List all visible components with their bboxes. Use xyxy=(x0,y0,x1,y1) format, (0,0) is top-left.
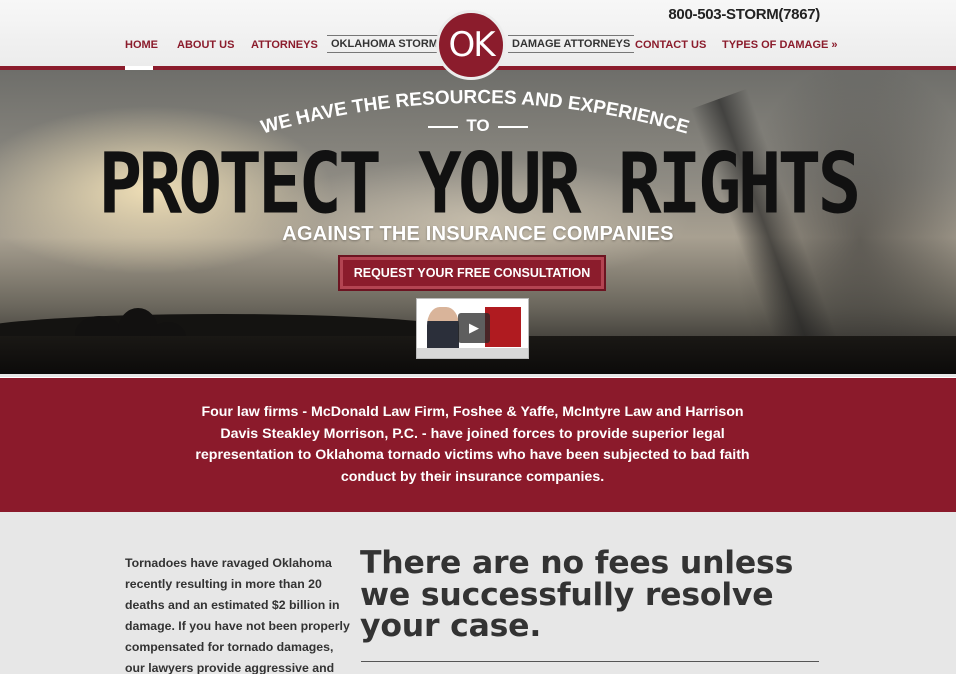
nav-damage-attorneys[interactable]: DAMAGE ATTORNEYS xyxy=(508,35,635,53)
active-nav-indicator xyxy=(125,66,153,70)
nav-attorneys[interactable]: ATTORNEYS xyxy=(251,39,318,51)
nav-types-of-damage[interactable]: TYPES OF DAMAGE » xyxy=(722,39,838,51)
play-icon[interactable]: ▶ xyxy=(458,313,490,343)
hero-banner: WE HAVE THE RESOURCES AND EXPERIENCE TO … xyxy=(0,70,956,374)
ok-logo[interactable]: OK xyxy=(436,10,506,80)
rule-left xyxy=(428,125,459,128)
nav-oklahoma-storm[interactable]: OKLAHOMA STORM xyxy=(327,35,442,53)
rule-right xyxy=(497,125,528,128)
nav-about-us[interactable]: ABOUT US xyxy=(177,39,234,51)
presenter-image xyxy=(427,307,459,353)
free-consultation-button[interactable]: REQUEST YOUR FREE CONSULTATION xyxy=(338,255,606,291)
hero-headline: PROTECT YOUR RIGHTS xyxy=(98,136,861,234)
video-caption-bar xyxy=(417,348,528,358)
firms-band: Four law firms - McDonald Law Firm, Fosh… xyxy=(0,377,956,512)
intro-text: Tornadoes have ravaged Oklahoma recently… xyxy=(125,556,350,674)
nav-home[interactable]: HOME xyxy=(125,39,158,51)
to-line: TO xyxy=(0,116,956,136)
no-fees-claim: There are no fees unless we successfully… xyxy=(360,545,794,644)
firms-statement: Four law firms - McDonald Law Firm, Fosh… xyxy=(195,404,750,485)
to-text: TO xyxy=(466,116,490,135)
video-thumbnail[interactable]: ▶ xyxy=(416,298,529,359)
main-content: Tornadoes have ravaged Oklahoma recently… xyxy=(0,512,956,674)
phone-number[interactable]: 800-503-STORM(7867) xyxy=(668,6,820,23)
divider xyxy=(361,661,819,662)
hero-subhead: AGAINST THE INSURANCE COMPANIES xyxy=(282,223,674,245)
nav-contact-us[interactable]: CONTACT US xyxy=(635,39,706,51)
